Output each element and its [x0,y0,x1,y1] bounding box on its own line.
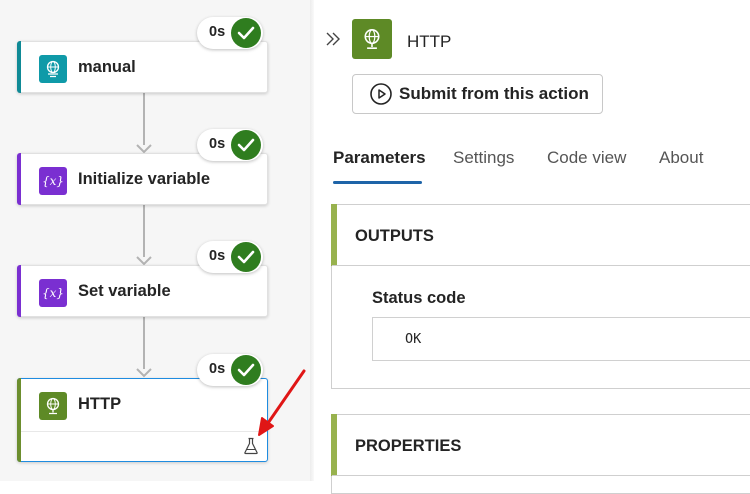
node-label: manual [78,58,136,76]
run-status-badge: 0s [197,241,263,273]
node-label: Set variable [78,282,171,300]
tab-parameters[interactable]: Parameters [333,148,426,168]
outputs-title: OUTPUTS [355,227,434,245]
node-divider [21,431,267,432]
workflow-canvas: manual 0s {x} Initialize variable 0s {x}… [0,0,312,481]
variable-icon: {x} [39,279,67,307]
properties-title: PROPERTIES [355,437,462,455]
connector-line [143,205,145,257]
node-accent-bar [17,265,21,317]
success-check-icon [231,355,261,385]
properties-section: PROPERTIES [331,414,750,494]
run-duration: 0s [209,136,226,152]
run-status-badge: 0s [197,17,263,49]
connector-arrowhead [136,368,152,378]
submit-from-action-button[interactable]: Submit from this action [352,74,603,114]
tab-settings[interactable]: Settings [453,148,514,168]
run-duration: 0s [209,248,226,264]
status-code-label: Status code [372,289,466,307]
run-duration: 0s [209,24,226,40]
properties-header[interactable]: PROPERTIES [332,415,750,476]
node-accent-bar [17,378,21,462]
globe-http-icon [352,19,392,59]
panel-title: HTTP [407,32,452,51]
workflow-node-http[interactable]: HTTP [17,378,268,462]
variable-icon: {x} [39,167,67,195]
action-details-panel: HTTP Submit from this action Parameters … [314,0,750,494]
success-check-icon [231,242,261,272]
node-label: HTTP [78,395,122,413]
run-status-badge: 0s [197,354,263,386]
outputs-header[interactable]: OUTPUTS [332,205,750,266]
run-duration: 0s [209,361,226,377]
success-check-icon [231,130,261,160]
node-label: Initialize variable [78,170,211,188]
play-circle-icon [370,83,392,105]
collapse-panel-icon[interactable] [324,30,342,48]
beaker-test-icon[interactable] [243,437,259,455]
status-code-value: OK [372,317,750,361]
active-tab-indicator [333,181,422,184]
connector-line [143,317,145,369]
tab-about[interactable]: About [659,148,703,168]
success-check-icon [231,18,261,48]
globe-http-icon [39,392,67,420]
run-status-badge: 0s [197,129,263,161]
tab-code-view[interactable]: Code view [547,148,626,168]
globe-request-icon [39,55,67,83]
outputs-section: OUTPUTS Status code OK [331,204,750,389]
variable-glyph: {x} [41,286,65,300]
connector-line [143,93,145,145]
node-accent-bar [17,41,21,93]
node-accent-bar [17,153,21,205]
variable-glyph: {x} [41,174,65,188]
submit-button-label: Submit from this action [399,84,589,103]
